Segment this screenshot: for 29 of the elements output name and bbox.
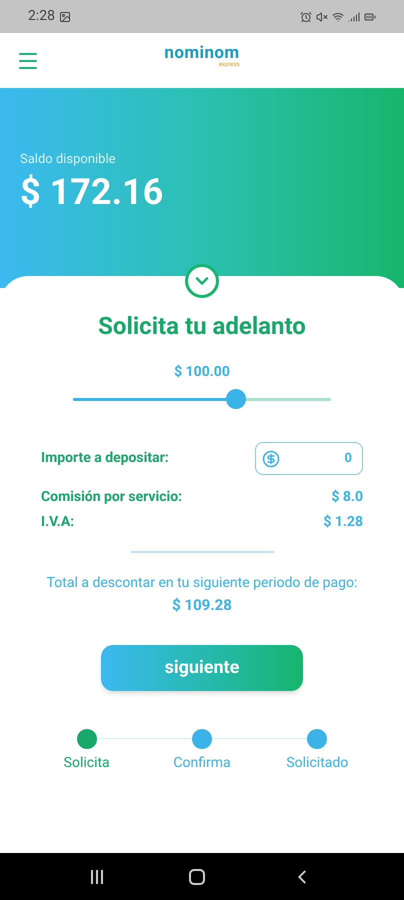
request-amount: $ 100.00 — [174, 363, 230, 382]
slider-thumb[interactable] — [226, 388, 246, 408]
status-time: 2:28 — [28, 7, 55, 26]
step-label: Confirma — [173, 754, 231, 772]
wifi-icon — [332, 10, 344, 22]
signal-icon — [348, 10, 360, 22]
mute-icon — [316, 10, 328, 22]
total-label: Total a descontar en tu siguiente periodo de pago: — [46, 574, 358, 593]
deposit-label: Importe a depositar: — [41, 449, 169, 468]
request-title: Solicita tu adelanto — [98, 311, 306, 342]
step-label: Solicita — [64, 754, 110, 772]
deposit-field[interactable]: 0 — [255, 442, 363, 475]
home-icon[interactable] — [189, 868, 205, 884]
image-icon — [59, 10, 71, 22]
recents-icon[interactable] — [91, 870, 103, 884]
fee-value: $ 1.28 — [323, 513, 363, 532]
logo: nominom — [164, 45, 240, 62]
battery-icon — [364, 10, 376, 22]
fee-value: $ 8.0 — [331, 488, 363, 507]
collapse-button[interactable] — [185, 264, 219, 298]
fee-label: I.V.A: — [41, 513, 74, 532]
total-amount: $ 109.28 — [172, 595, 232, 616]
next-button[interactable]: siguiente — [101, 644, 303, 690]
dollar-icon — [262, 450, 280, 468]
step-label: Solicitado — [286, 754, 348, 772]
balance-amount: $ 172.16 — [20, 170, 164, 214]
alarm-icon — [300, 10, 312, 22]
fee-label: Comisión por servicio: — [41, 488, 182, 507]
balance-label: Saldo disponible — [20, 151, 117, 169]
